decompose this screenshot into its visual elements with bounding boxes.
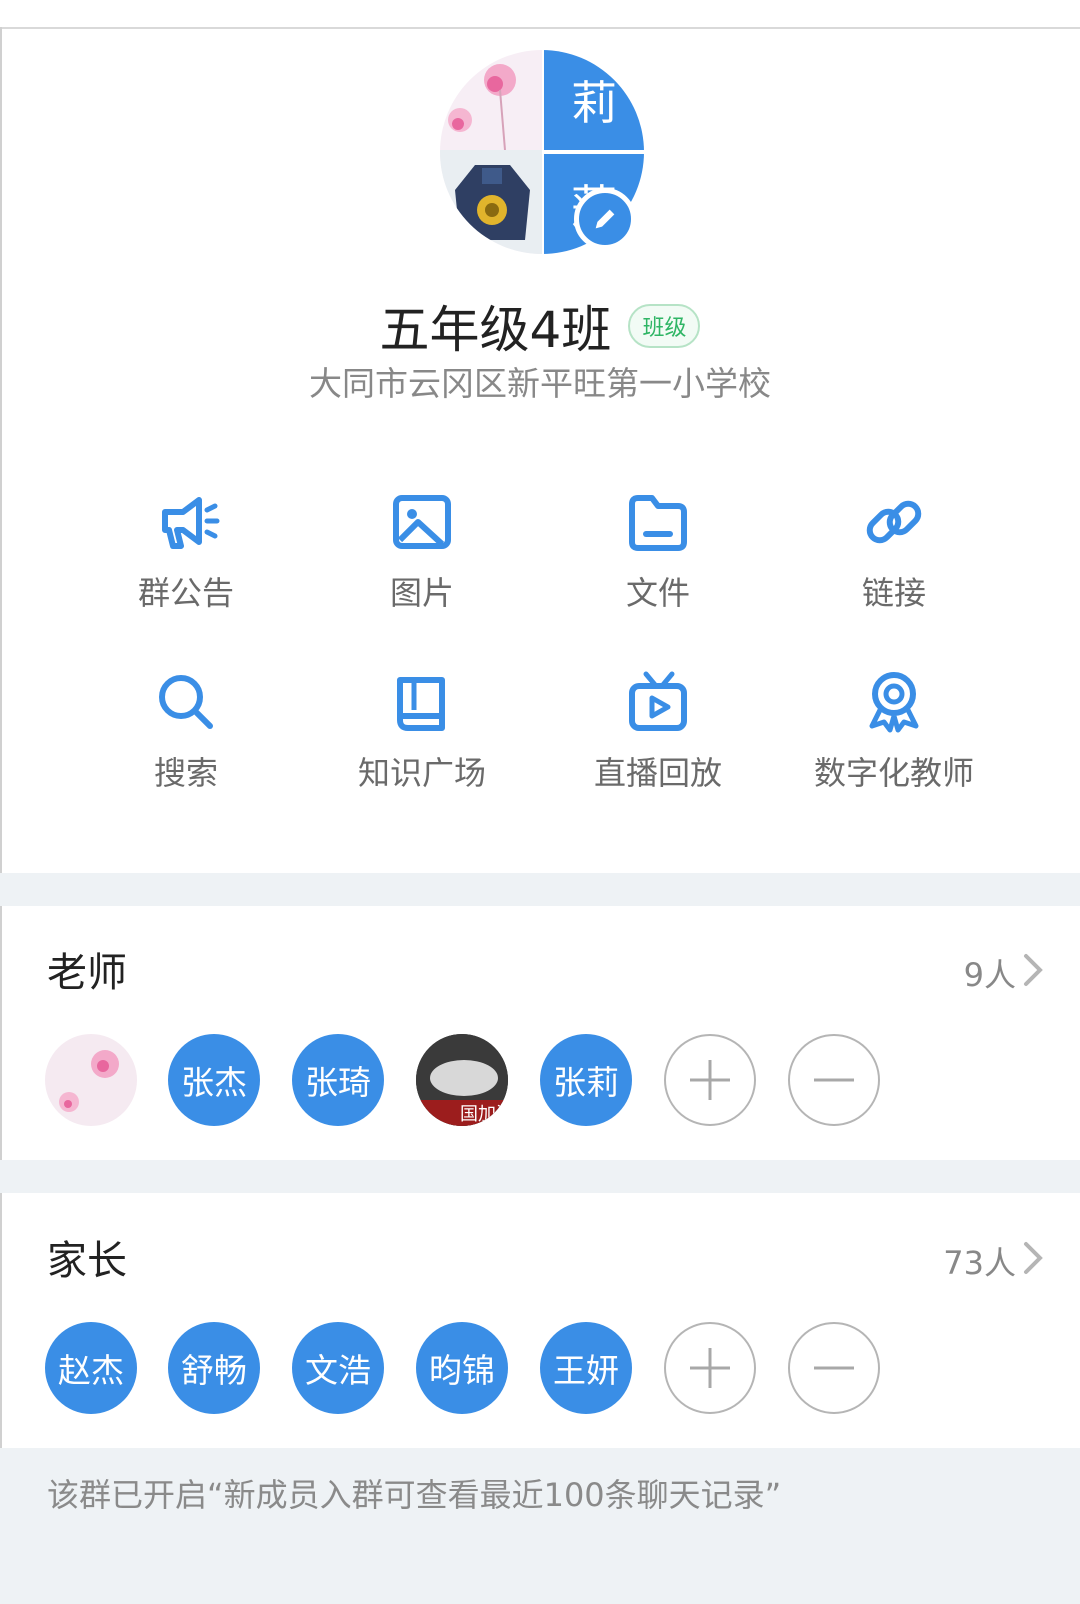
links-button[interactable]: 链接 <box>776 490 1012 614</box>
parent-avatar[interactable]: 文浩 <box>292 1322 384 1414</box>
chevron-right-icon[interactable] <box>1022 1240 1044 1276</box>
teachers-section-title: 老师 <box>47 950 127 996</box>
award-icon <box>869 672 919 733</box>
func-label: 图片 <box>389 574 454 612</box>
group-name: 五年级4班 <box>379 301 612 359</box>
minus-icon <box>814 1078 854 1082</box>
parent-avatar[interactable]: 舒畅 <box>168 1322 260 1414</box>
pencil-icon <box>595 209 615 229</box>
school-name: 大同市云冈区新平旺第一小学校 <box>309 364 771 403</box>
avatar-char-1: 莉 <box>544 50 644 150</box>
teacher-avatar[interactable]: 国加油 <box>416 1034 508 1126</box>
images-button[interactable]: 图片 <box>304 490 540 614</box>
func-label: 数字化教师 <box>813 754 974 792</box>
plus-icon <box>690 1348 730 1388</box>
plus-icon <box>690 1060 730 1100</box>
teacher-avatar[interactable]: 张杰 <box>168 1034 260 1126</box>
parents-count[interactable]: 73人 <box>943 1238 1016 1284</box>
minus-icon <box>814 1366 854 1370</box>
func-label: 搜索 <box>153 754 218 792</box>
live-replay-button[interactable]: 直播回放 <box>540 670 776 794</box>
avatar-photo-tiles <box>440 50 542 254</box>
megaphone-icon <box>162 497 220 549</box>
search-icon <box>159 675 213 729</box>
files-button[interactable]: 文件 <box>540 490 776 614</box>
parent-avatar[interactable]: 赵杰 <box>45 1322 137 1414</box>
teachers-count[interactable]: 9人 <box>964 950 1016 996</box>
teacher-avatar[interactable]: 张莉 <box>540 1034 632 1126</box>
knowledge-square-button[interactable]: 知识广场 <box>304 670 540 794</box>
photo-image: 国加油 <box>416 1034 508 1126</box>
announcement-button[interactable]: 群公告 <box>68 490 304 614</box>
left-border <box>0 27 2 1604</box>
func-label: 链接 <box>861 574 926 612</box>
parents-section-title: 家长 <box>47 1238 127 1284</box>
flower-image <box>59 1050 119 1112</box>
tv-play-icon <box>629 671 687 731</box>
func-label: 群公告 <box>137 574 234 612</box>
link-icon <box>866 500 922 544</box>
teacher-avatar[interactable]: 张琦 <box>292 1034 384 1126</box>
photo-caption: 国加油 <box>460 1104 508 1125</box>
remove-teacher-button[interactable] <box>788 1034 880 1126</box>
image-icon <box>393 495 451 549</box>
remove-parent-button[interactable] <box>788 1322 880 1414</box>
group-title: 五年级4班 班级 <box>0 290 1080 362</box>
func-label: 文件 <box>625 574 690 612</box>
section-divider <box>0 873 1080 906</box>
parent-avatar[interactable]: 王妍 <box>540 1322 632 1414</box>
func-label: 直播回放 <box>593 754 722 792</box>
search-button[interactable]: 搜索 <box>68 670 304 794</box>
parent-avatar[interactable]: 昀锦 <box>416 1322 508 1414</box>
top-bar <box>0 0 1080 29</box>
func-label: 知识广场 <box>357 754 486 792</box>
folder-icon <box>629 495 687 551</box>
edit-avatar-button[interactable] <box>574 188 636 250</box>
history-notice: 该群已开启“新成员入群可查看最近100条聊天记录” <box>47 1476 782 1514</box>
avatar-divider <box>542 150 644 154</box>
add-teacher-button[interactable] <box>664 1034 756 1126</box>
teacher-avatar[interactable] <box>45 1034 137 1126</box>
book-icon <box>397 677 445 731</box>
chevron-right-icon[interactable] <box>1022 952 1044 988</box>
section-divider <box>0 1160 1080 1193</box>
digital-teacher-button[interactable]: 数字化教师 <box>776 670 1012 794</box>
class-badge: 班级 <box>628 304 701 348</box>
add-parent-button[interactable] <box>664 1322 756 1414</box>
